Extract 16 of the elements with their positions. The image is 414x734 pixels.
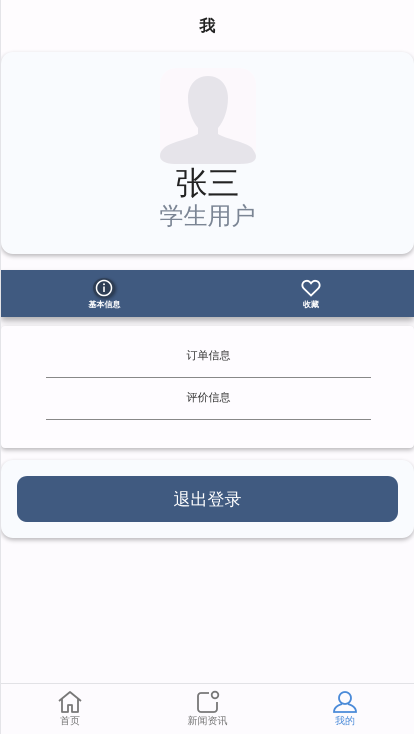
tab[interactable]: 基本信息 <box>1 270 208 317</box>
nav-item[interactable]: 我的 <box>276 684 414 734</box>
user-name: 张三 <box>176 164 240 202</box>
news-icon <box>194 690 220 714</box>
menu-item[interactable]: 评价信息 <box>46 382 371 420</box>
heart-icon <box>300 278 321 296</box>
tab[interactable]: 收藏 <box>208 270 414 317</box>
menu-item[interactable]: 订单信息 <box>46 340 371 378</box>
nav-item[interactable]: 新闻资讯 <box>138 684 276 734</box>
user-role: 学生用户 <box>160 202 256 230</box>
info-icon <box>95 278 114 296</box>
logout-button[interactable]: 退出登录 <box>17 476 398 522</box>
nav-item[interactable]: 首页 <box>1 684 139 734</box>
page-title: 我 <box>200 16 216 36</box>
user-icon <box>332 690 358 714</box>
home-icon <box>56 690 83 714</box>
